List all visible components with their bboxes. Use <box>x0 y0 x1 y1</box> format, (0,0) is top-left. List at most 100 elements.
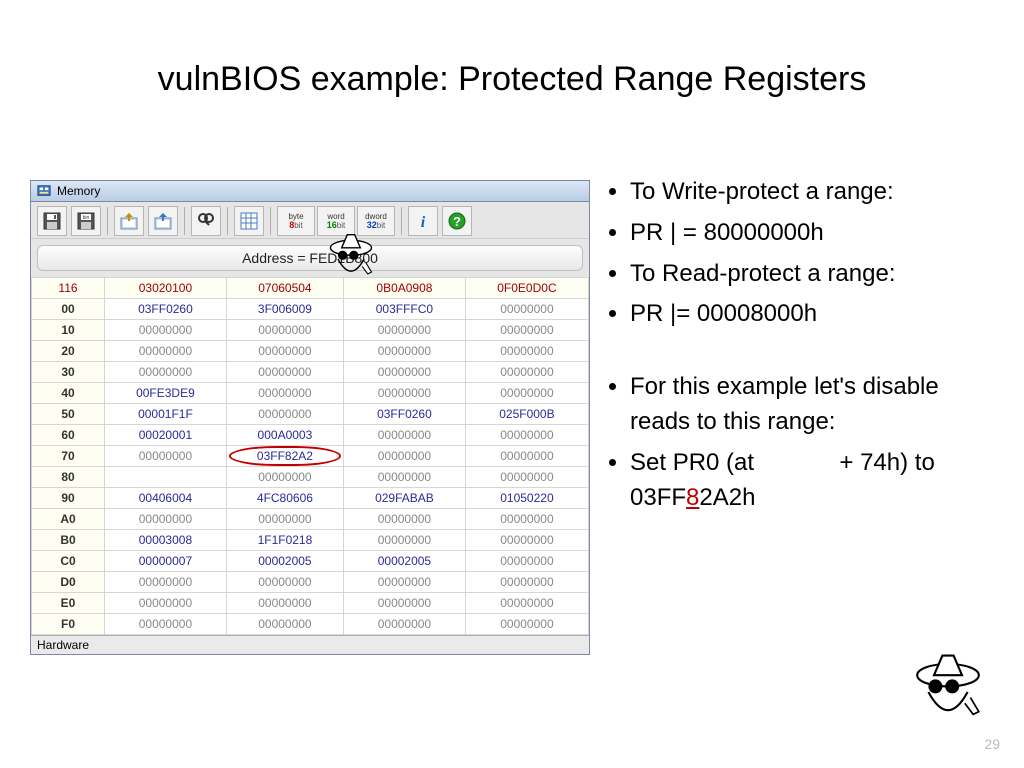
bullet-list: To Write-protect a range: PR | = 8000000… <box>600 175 984 521</box>
value-cell[interactable]: 00000000 <box>465 530 588 551</box>
find-icon[interactable] <box>191 206 221 236</box>
value-cell[interactable]: 00003008 <box>105 530 227 551</box>
value-cell[interactable]: 000A0003 <box>226 425 343 446</box>
offset-cell: 70 <box>32 446 105 467</box>
table-row[interactable]: 90004060044FC80606029FABAB01050220 <box>32 488 589 509</box>
info-icon[interactable]: i <box>408 206 438 236</box>
toolbar-separator <box>401 207 402 235</box>
value-cell[interactable]: 00000000 <box>105 320 227 341</box>
value-cell[interactable]: 00000000 <box>226 362 343 383</box>
value-cell[interactable]: 00000000 <box>105 614 227 635</box>
table-row[interactable]: 80000000000000000000000000 <box>32 467 589 488</box>
value-cell[interactable]: 00000000 <box>105 509 227 530</box>
table-row[interactable]: D000000000000000000000000000000000 <box>32 572 589 593</box>
value-cell[interactable]: 00000000 <box>226 572 343 593</box>
address-bar[interactable]: Address = FED1B800 <box>37 245 583 271</box>
svg-text:i: i <box>421 214 426 231</box>
value-cell[interactable]: 00000000 <box>343 320 465 341</box>
table-row[interactable]: B0000030081F1F02180000000000000000 <box>32 530 589 551</box>
value-cell[interactable]: 00000000 <box>465 341 588 362</box>
table-row[interactable]: E000000000000000000000000000000000 <box>32 593 589 614</box>
value-cell[interactable]: 00000000 <box>343 593 465 614</box>
table-row[interactable]: A000000000000000000000000000000000 <box>32 509 589 530</box>
value-cell[interactable]: 03FF0260 <box>343 404 465 425</box>
value-cell[interactable]: 00000000 <box>343 572 465 593</box>
value-cell[interactable]: 00000000 <box>343 383 465 404</box>
value-cell[interactable]: 1F1F0218 <box>226 530 343 551</box>
load-icon[interactable] <box>114 206 144 236</box>
value-cell[interactable]: 3F006009 <box>226 299 343 320</box>
value-cell[interactable]: 00000000 <box>465 299 588 320</box>
value-cell[interactable]: 00000000 <box>226 404 343 425</box>
table-row[interactable]: F000000000000000000000000000000000 <box>32 614 589 635</box>
value-cell[interactable]: 00000000 <box>343 362 465 383</box>
help-icon[interactable]: ? <box>442 206 472 236</box>
offset-header: 116 <box>32 278 105 299</box>
value-cell[interactable]: 00000000 <box>105 593 227 614</box>
value-cell[interactable]: 00000000 <box>465 446 588 467</box>
grid-view-icon[interactable] <box>234 206 264 236</box>
value-cell[interactable]: 00000000 <box>343 446 465 467</box>
value-cell[interactable]: 00000000 <box>465 425 588 446</box>
table-row[interactable]: 700000000003FF82A20000000000000000 <box>32 446 589 467</box>
value-cell[interactable]: 00000000 <box>343 425 465 446</box>
app-icon <box>37 184 51 198</box>
value-cell[interactable]: 00000000 <box>226 383 343 404</box>
value-cell[interactable]: 00000000 <box>343 614 465 635</box>
value-cell[interactable]: 00000000 <box>465 593 588 614</box>
value-cell[interactable]: 00002005 <box>226 551 343 572</box>
value-cell[interactable]: 00000000 <box>465 509 588 530</box>
value-cell[interactable]: 00000000 <box>465 572 588 593</box>
value-cell[interactable] <box>105 467 227 488</box>
save-icon[interactable] <box>37 206 67 236</box>
value-cell[interactable]: 00000000 <box>226 614 343 635</box>
value-cell[interactable]: 00FE3DE9 <box>105 383 227 404</box>
value-cell[interactable]: 00000000 <box>226 467 343 488</box>
value-cell[interactable]: 03FF0260 <box>105 299 227 320</box>
value-cell[interactable]: 00001F1F <box>105 404 227 425</box>
value-cell[interactable]: 00000000 <box>105 341 227 362</box>
value-cell[interactable]: 029FABAB <box>343 488 465 509</box>
value-cell[interactable]: 00000000 <box>226 509 343 530</box>
table-row[interactable]: 3000000000000000000000000000000000 <box>32 362 589 383</box>
value-cell[interactable]: 00000000 <box>105 362 227 383</box>
table-row[interactable]: 6000020001000A00030000000000000000 <box>32 425 589 446</box>
value-cell[interactable]: 025F000B <box>465 404 588 425</box>
window-titlebar[interactable]: Memory <box>31 181 589 202</box>
value-cell[interactable]: 01050220 <box>465 488 588 509</box>
value-cell[interactable]: 00000000 <box>465 614 588 635</box>
save-bin-icon[interactable]: bin <box>71 206 101 236</box>
table-row[interactable]: 1000000000000000000000000000000000 <box>32 320 589 341</box>
value-cell[interactable]: 00000000 <box>343 530 465 551</box>
value-cell[interactable]: 00000000 <box>465 467 588 488</box>
value-cell[interactable]: 00000000 <box>226 341 343 362</box>
bullet-item: PR |= 00008000h <box>630 297 984 332</box>
load-alt-icon[interactable] <box>148 206 178 236</box>
value-cell[interactable]: 00000000 <box>226 320 343 341</box>
table-row[interactable]: 5000001F1F0000000003FF0260025F000B <box>32 404 589 425</box>
value-cell[interactable]: 00000000 <box>465 383 588 404</box>
slide-title: vulnBIOS example: Protected Range Regist… <box>0 60 1024 99</box>
value-cell[interactable]: 4FC80606 <box>226 488 343 509</box>
value-cell[interactable]: 00000000 <box>465 551 588 572</box>
value-cell[interactable]: 00002005 <box>343 551 465 572</box>
table-row[interactable]: C000000007000020050000200500000000 <box>32 551 589 572</box>
value-cell[interactable]: 00000007 <box>105 551 227 572</box>
value-cell[interactable]: 003FFFC0 <box>343 299 465 320</box>
value-cell[interactable]: 00000000 <box>105 572 227 593</box>
value-cell[interactable]: 00000000 <box>343 467 465 488</box>
svg-text:bin: bin <box>83 215 90 221</box>
value-cell[interactable]: 00000000 <box>226 593 343 614</box>
table-row[interactable]: 0003FF02603F006009003FFFC000000000 <box>32 299 589 320</box>
value-cell[interactable]: 00000000 <box>343 341 465 362</box>
value-cell[interactable]: 00000000 <box>105 446 227 467</box>
table-row[interactable]: 2000000000000000000000000000000000 <box>32 341 589 362</box>
value-cell[interactable]: 00000000 <box>343 509 465 530</box>
value-cell[interactable]: 00406004 <box>105 488 227 509</box>
size-byte-button[interactable]: byte8bit <box>277 206 315 236</box>
value-cell[interactable]: 00000000 <box>465 320 588 341</box>
value-cell[interactable]: 00000000 <box>465 362 588 383</box>
value-cell-highlighted[interactable]: 03FF82A2 <box>226 446 343 467</box>
value-cell[interactable]: 00020001 <box>105 425 227 446</box>
table-row[interactable]: 4000FE3DE9000000000000000000000000 <box>32 383 589 404</box>
